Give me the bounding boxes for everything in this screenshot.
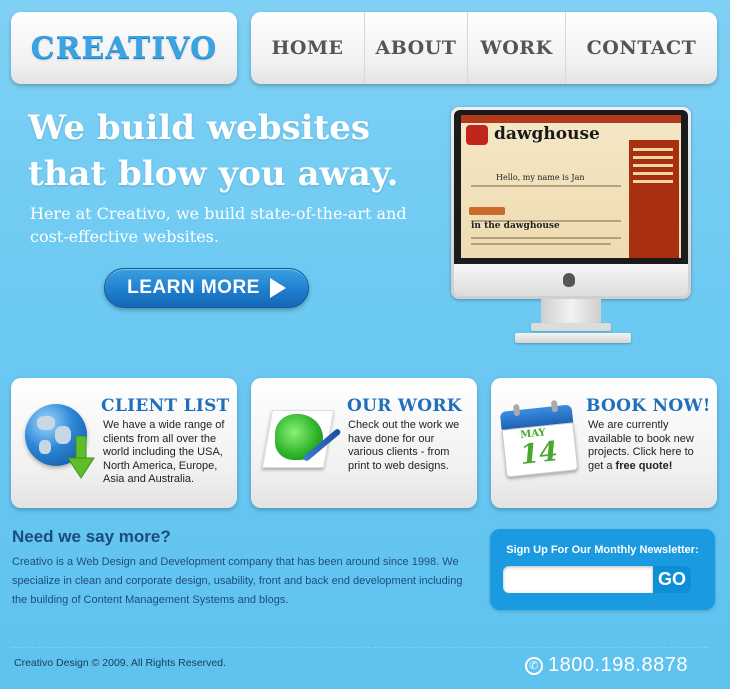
client-list-title: CLIENT LIST	[101, 396, 230, 416]
imac-foot	[531, 323, 611, 331]
copyright: Creativo Design © 2009. All Rights Reser…	[14, 657, 227, 669]
client-list-text: We have a wide range of clients from all…	[103, 419, 225, 485]
screen-sidebar	[629, 140, 679, 258]
calendar-ring	[550, 399, 559, 413]
nav-home[interactable]: HOME	[251, 12, 365, 84]
about-text: Creativo is a Web Design and Development…	[12, 556, 463, 606]
book-now-title: BOOK NOW!	[586, 396, 711, 416]
book-now-card[interactable]: MAY 14 BOOK NOW! We are currently availa…	[491, 378, 717, 508]
logo[interactable]: CREATIVO	[31, 31, 218, 66]
screen-text-line	[471, 237, 621, 239]
phone-text: 1800.198.8878	[548, 654, 688, 676]
free-quote-link[interactable]: free quote!	[616, 460, 673, 472]
nav-work[interactable]: WORK	[468, 12, 566, 84]
apple-icon	[563, 273, 575, 287]
screen-sidebar-line	[633, 148, 673, 151]
footer-divider	[12, 647, 707, 648]
logo-panel[interactable]: CREATIVO	[11, 12, 237, 84]
screen-sidebar-line	[633, 180, 673, 183]
newsletter-go-button[interactable]: GO	[653, 566, 691, 593]
screen-text-line	[471, 185, 621, 187]
screen-site-title: dawghouse	[494, 124, 600, 144]
newsletter-email-input[interactable]	[503, 566, 653, 593]
screen-header-strip	[461, 115, 681, 123]
screen-hello: Hello, my name is Jan	[496, 173, 585, 182]
our-work-card[interactable]: OUR WORK Check out the work we have done…	[251, 378, 477, 508]
hero-headline: We build websites that blow you away.	[28, 108, 399, 194]
main-nav: HOME ABOUT WORK CONTACT	[251, 12, 717, 84]
globe-land	[37, 416, 55, 430]
calendar-icon: MAY 14	[499, 399, 579, 478]
screen-sidebar-line	[633, 156, 673, 159]
learn-more-button[interactable]: LEARN MORE	[104, 268, 309, 308]
nav-about[interactable]: ABOUT	[365, 12, 468, 84]
our-work-title: OUR WORK	[347, 396, 462, 416]
imac-illustration: dawghouse Hello, my name is Jan in the d…	[451, 107, 691, 347]
client-list-card[interactable]: CLIENT LIST We have a wide range of clie…	[11, 378, 237, 508]
screen-sidebar-line	[633, 164, 673, 167]
nav-contact[interactable]: CONTACT	[566, 12, 717, 84]
phone-icon: ✆	[525, 656, 543, 675]
learn-more-label: LEARN MORE	[127, 277, 260, 298]
newsletter-box: Sign Up For Our Monthly Newsletter: GO	[490, 529, 715, 610]
calendar-ring	[513, 403, 521, 417]
play-arrow-icon	[269, 278, 286, 298]
screen-sidebar-line	[633, 172, 673, 175]
our-work-text: Check out the work we have done for our …	[348, 419, 460, 472]
newsletter-title: Sign Up For Our Monthly Newsletter:	[506, 544, 699, 556]
phone-number: ✆ 1800.198.8878	[525, 654, 688, 677]
about-title: Need we say more?	[12, 527, 171, 546]
keyboard	[515, 333, 631, 343]
screen-text-line	[471, 243, 611, 245]
hero-subheadline: Here at Creativo, we build state-of-the-…	[30, 204, 407, 246]
screen-read-more	[469, 207, 505, 215]
book-now-text: We are currently available to book new p…	[588, 419, 706, 473]
imac-screen: dawghouse Hello, my name is Jan in the d…	[461, 115, 681, 258]
screen-section-title: in the dawghouse	[471, 221, 560, 231]
imac-bezel: dawghouse Hello, my name is Jan in the d…	[454, 110, 688, 264]
calendar-day: 14	[518, 436, 560, 471]
download-arrow-icon	[67, 436, 95, 479]
globe-land	[39, 440, 51, 454]
paw-logo-icon	[466, 125, 488, 145]
